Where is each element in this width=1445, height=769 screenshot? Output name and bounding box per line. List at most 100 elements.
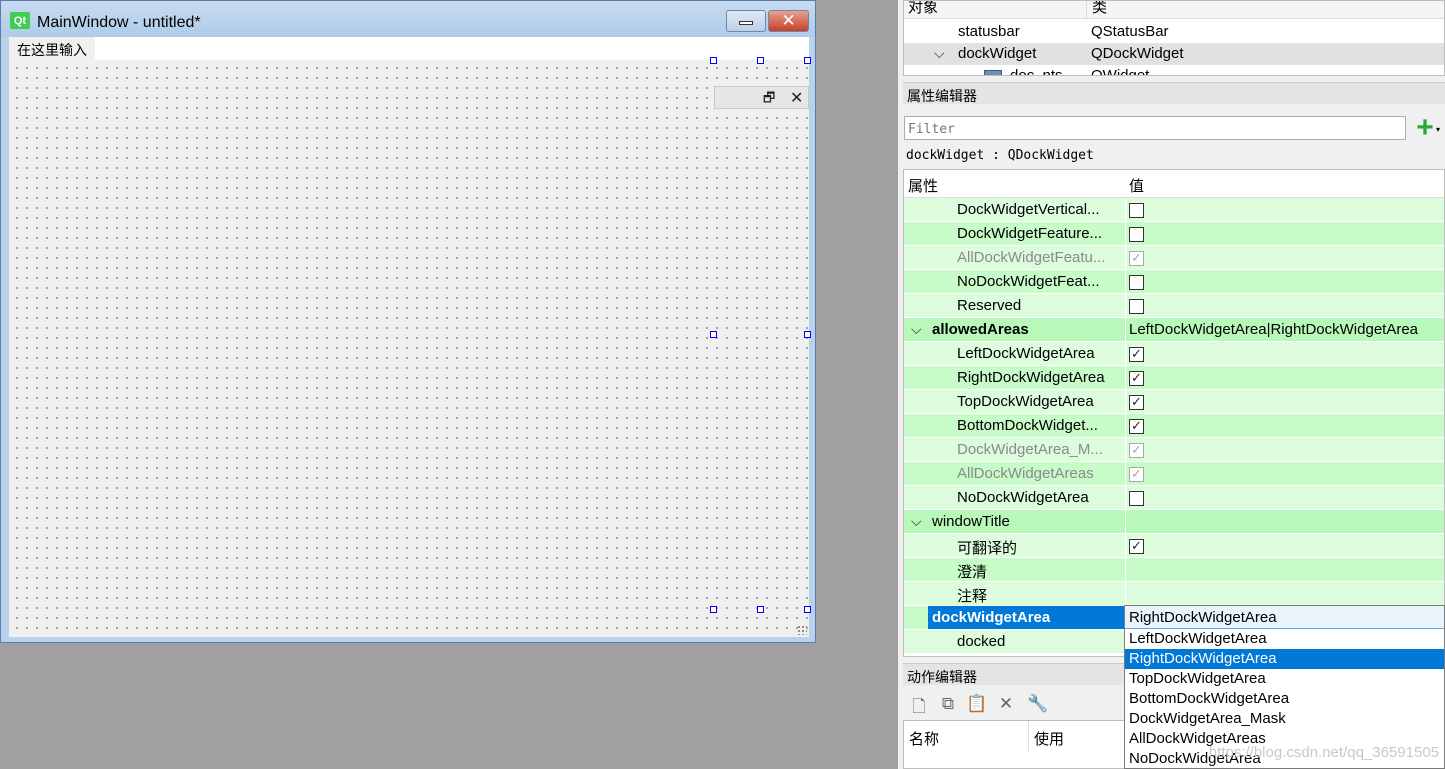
property-checkbox[interactable] bbox=[1129, 275, 1144, 290]
column-header-class[interactable]: 类 bbox=[1092, 1, 1107, 17]
property-row[interactable]: 可翻译的 ✓ bbox=[904, 534, 1444, 558]
property-name: 可翻译的 bbox=[957, 540, 1018, 557]
property-row[interactable]: DockWidgetVertical... bbox=[904, 198, 1444, 222]
property-checkbox: ✓ bbox=[1129, 443, 1144, 458]
menu-type-here-entry[interactable]: 在这里输入 bbox=[9, 37, 95, 60]
tree-row[interactable]: statusbar QStatusBar bbox=[904, 21, 1444, 43]
property-row[interactable]: LeftDockWidgetArea ✓ bbox=[904, 342, 1444, 366]
float-icon[interactable]: 🗗 bbox=[763, 89, 775, 111]
property-table-header: 属性 值 bbox=[904, 170, 1444, 198]
property-checkbox[interactable]: ✓ bbox=[1129, 419, 1144, 434]
dock-titlebar[interactable]: 🗗 ✕ bbox=[714, 86, 809, 109]
property-name: windowTitle bbox=[932, 513, 1010, 530]
property-checkbox[interactable]: ✓ bbox=[1129, 371, 1144, 386]
property-row[interactable]: ⌵ windowTitle bbox=[904, 510, 1444, 534]
dropdown-arrow-icon: ▾ bbox=[1435, 125, 1440, 134]
property-name: DockWidgetArea_M... bbox=[957, 441, 1103, 458]
property-name: NoDockWidgetFeat... bbox=[957, 273, 1100, 290]
property-row[interactable]: AllDockWidgetFeatu... ✓ bbox=[904, 246, 1444, 270]
close-icon: ✕ bbox=[781, 11, 796, 30]
property-table: 属性 值 DockWidgetVertical... DockWidgetFeat… bbox=[903, 169, 1445, 657]
property-checkbox[interactable]: ✓ bbox=[1129, 539, 1144, 554]
selection-handle[interactable] bbox=[804, 57, 811, 64]
dock-close-icon[interactable]: ✕ bbox=[790, 88, 803, 108]
chevron-down-icon[interactable]: ⌵ bbox=[934, 45, 945, 62]
property-name: BottomDockWidget... bbox=[957, 417, 1098, 434]
object-inspector-header: 对象 类 bbox=[904, 1, 1444, 19]
dropdown-option[interactable]: TopDockWidgetArea bbox=[1125, 669, 1444, 689]
property-row[interactable]: 注释 bbox=[904, 582, 1444, 606]
copy-action-icon[interactable]: ⧉ bbox=[938, 694, 958, 716]
column-header-name[interactable]: 名称 bbox=[909, 728, 939, 749]
column-header-property[interactable]: 属性 bbox=[908, 175, 938, 196]
selection-handle[interactable] bbox=[804, 331, 811, 338]
property-checkbox[interactable]: ✓ bbox=[1129, 395, 1144, 410]
dropdown-option[interactable]: BottomDockWidgetArea bbox=[1125, 689, 1444, 709]
dropdown-option[interactable]: DockWidgetArea_Mask bbox=[1125, 709, 1444, 729]
dropdown-current-value[interactable]: RightDockWidgetArea bbox=[1125, 606, 1444, 629]
configure-icon[interactable]: 🔧 bbox=[1027, 694, 1048, 716]
selection-handle[interactable] bbox=[710, 331, 717, 338]
column-header-object[interactable]: 对象 bbox=[908, 1, 938, 17]
size-grip-icon[interactable] bbox=[797, 625, 807, 635]
property-row[interactable]: TopDockWidgetArea ✓ bbox=[904, 390, 1444, 414]
property-name: AllDockWidgetAreas bbox=[957, 465, 1094, 482]
tree-row[interactable]: ⌵ dockWidget QDockWidget bbox=[904, 43, 1444, 65]
chevron-down-icon[interactable]: ⌵ bbox=[911, 513, 922, 530]
minimize-button[interactable] bbox=[726, 10, 766, 32]
property-object-line: dockWidget : QDockWidget bbox=[906, 148, 1094, 163]
tree-object-class: QStatusBar bbox=[1091, 23, 1169, 40]
dropdown-option[interactable]: RightDockWidgetArea bbox=[1125, 649, 1444, 669]
property-name: LeftDockWidgetArea bbox=[957, 345, 1095, 362]
property-name: docked bbox=[957, 633, 1006, 650]
property-checkbox[interactable] bbox=[1129, 299, 1144, 314]
selection-handle[interactable] bbox=[804, 606, 811, 613]
property-row[interactable]: RightDockWidgetArea ✓ bbox=[904, 366, 1444, 390]
minimize-icon bbox=[739, 21, 753, 25]
property-checkbox[interactable]: ✓ bbox=[1129, 347, 1144, 362]
property-value[interactable]: LeftDockWidgetArea|RightDockWidgetArea bbox=[1129, 321, 1418, 338]
add-dynamic-property-button[interactable]: + ▾ bbox=[1410, 113, 1440, 143]
property-name: AllDockWidgetFeatu... bbox=[957, 249, 1106, 266]
new-action-icon[interactable]: 🗋 bbox=[909, 694, 929, 716]
dropdown-option[interactable]: LeftDockWidgetArea bbox=[1125, 629, 1444, 649]
selection-handle[interactable] bbox=[710, 606, 717, 613]
property-checkbox: ✓ bbox=[1129, 251, 1144, 266]
delete-action-icon[interactable]: ✕ bbox=[996, 694, 1016, 716]
selection-handle[interactable] bbox=[710, 57, 717, 64]
tree-object-name: statusbar bbox=[958, 23, 1020, 40]
dock-widget-preview[interactable]: 🗗 ✕ bbox=[714, 86, 809, 634]
property-row[interactable]: ⌵ allowedAreas LeftDockWidgetArea|RightDoc… bbox=[904, 318, 1444, 342]
column-header-used[interactable]: 使用 bbox=[1034, 728, 1064, 749]
property-checkbox[interactable] bbox=[1129, 227, 1144, 242]
property-row[interactable]: Reserved bbox=[904, 294, 1444, 318]
property-row[interactable]: BottomDockWidget... ✓ bbox=[904, 414, 1444, 438]
chevron-down-icon[interactable]: ⌵ bbox=[911, 321, 922, 338]
property-name: dockWidgetArea bbox=[928, 606, 1124, 629]
widget-icon bbox=[984, 70, 1002, 75]
column-header-value[interactable]: 值 bbox=[1129, 175, 1144, 196]
tree-row[interactable]: doc_nts QWidget bbox=[904, 65, 1444, 75]
selection-handle[interactable] bbox=[757, 606, 764, 613]
window-titlebar[interactable]: Qt MainWindow - untitled* ✕ bbox=[1, 1, 815, 37]
property-name: TopDockWidgetArea bbox=[957, 393, 1094, 410]
property-editor-title[interactable]: 属性编辑器 bbox=[903, 82, 1445, 104]
paste-action-icon[interactable]: 📋 bbox=[966, 694, 987, 716]
property-checkbox[interactable] bbox=[1129, 203, 1144, 218]
form-menubar: 在这里输入 bbox=[9, 37, 809, 60]
property-row[interactable]: AllDockWidgetAreas ✓ bbox=[904, 462, 1444, 486]
property-row[interactable]: DockWidgetFeature... bbox=[904, 222, 1444, 246]
close-button[interactable]: ✕ bbox=[768, 10, 809, 32]
selection-handle[interactable] bbox=[757, 57, 764, 64]
form-canvas[interactable]: 🗗 ✕ bbox=[9, 57, 811, 637]
property-row[interactable]: NoDockWidgetArea bbox=[904, 486, 1444, 510]
designer-main-window: Qt MainWindow - untitled* ✕ 在这里输入 🗗 ✕ bbox=[0, 0, 816, 643]
property-row[interactable]: 澄清 bbox=[904, 558, 1444, 582]
property-filter-input[interactable] bbox=[904, 116, 1406, 140]
watermark-text: https://blog.csdn.net/qq_36591505 bbox=[1208, 744, 1439, 761]
property-checkbox[interactable] bbox=[1129, 491, 1144, 506]
property-row[interactable]: NoDockWidgetFeat... bbox=[904, 270, 1444, 294]
property-name: 注释 bbox=[957, 588, 988, 605]
tree-object-class: QDockWidget bbox=[1091, 45, 1184, 62]
property-row[interactable]: DockWidgetArea_M... ✓ bbox=[904, 438, 1444, 462]
